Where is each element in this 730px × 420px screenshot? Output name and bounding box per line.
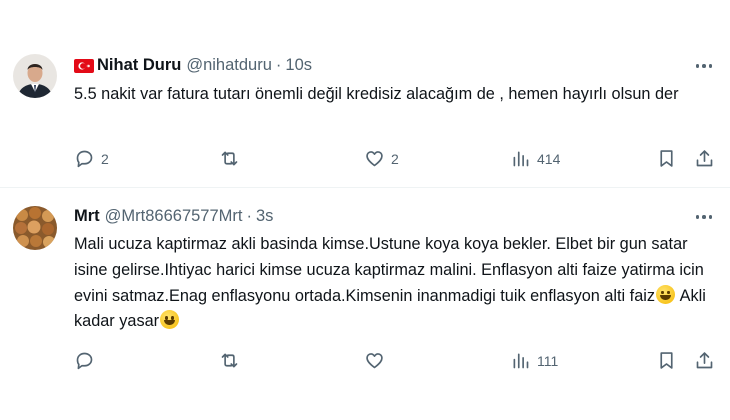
reply-icon bbox=[76, 150, 93, 168]
heart-icon bbox=[366, 151, 383, 167]
view-count: 111 bbox=[537, 352, 559, 369]
share-icon bbox=[696, 352, 713, 369]
separator-dot: · bbox=[246, 207, 252, 225]
like-button[interactable]: 2 bbox=[364, 148, 399, 169]
retweet-icon bbox=[221, 151, 238, 166]
reply-count: 2 bbox=[101, 150, 109, 167]
bookmark-button[interactable] bbox=[656, 350, 677, 371]
bookmark-button[interactable] bbox=[656, 148, 677, 169]
action-bar: 111 bbox=[74, 350, 714, 374]
view-count: 414 bbox=[537, 150, 561, 167]
reply-button[interactable] bbox=[74, 350, 101, 371]
display-name[interactable]: Mrt bbox=[74, 207, 100, 226]
tweet-header: Mrt @Mrt86667577Mrt · 3s bbox=[74, 207, 273, 226]
tweet-header: Nihat Duru @nihatduru · 10s bbox=[74, 56, 312, 75]
retweet-icon bbox=[221, 353, 238, 368]
retweet-button[interactable] bbox=[219, 148, 246, 169]
analytics-icon bbox=[513, 353, 529, 369]
timestamp[interactable]: 10s bbox=[285, 56, 312, 75]
tweet-text: 5.5 nakit var fatura tutarı önemli değil… bbox=[74, 85, 679, 103]
reply-button[interactable]: 2 bbox=[74, 148, 109, 169]
separator-dot: · bbox=[275, 56, 282, 74]
views-button[interactable]: 414 bbox=[510, 148, 560, 169]
action-bar: 2 2 414 bbox=[74, 148, 714, 172]
reply-icon bbox=[76, 352, 93, 370]
views-button[interactable]: 111 bbox=[510, 350, 558, 371]
bookmark-icon bbox=[660, 352, 673, 369]
user-handle[interactable]: @nihatduru bbox=[186, 56, 272, 75]
avatar[interactable] bbox=[13, 206, 57, 250]
share-icon bbox=[696, 150, 713, 167]
bookmark-icon bbox=[660, 150, 673, 167]
like-count: 2 bbox=[391, 150, 399, 167]
tweet-1[interactable]: Nihat Duru @nihatduru · 10s 5.5 nakit va… bbox=[0, 0, 730, 187]
timestamp[interactable]: 3s bbox=[256, 207, 273, 226]
more-options-icon[interactable] bbox=[695, 215, 712, 219]
retweet-button[interactable] bbox=[219, 350, 246, 371]
user-avatar-icon bbox=[13, 54, 57, 98]
more-options-icon[interactable] bbox=[695, 64, 712, 68]
user-handle[interactable]: @Mrt86667577Mrt bbox=[105, 207, 243, 226]
heart-icon bbox=[366, 353, 383, 369]
share-button[interactable] bbox=[694, 350, 715, 371]
share-button[interactable] bbox=[694, 148, 715, 169]
tweet-text-part-1: Mali ucuza kaptirmaz akli basinda kimse.… bbox=[74, 235, 704, 305]
turkey-flag-icon bbox=[74, 58, 94, 73]
tweet-text: Mali ucuza kaptirmaz akli basinda kimse.… bbox=[74, 232, 716, 335]
user-avatar-icon bbox=[13, 206, 57, 250]
avatar[interactable] bbox=[13, 54, 57, 98]
like-button[interactable] bbox=[364, 350, 391, 371]
display-name[interactable]: Nihat Duru bbox=[97, 56, 181, 75]
grinning-face-emoji-icon bbox=[160, 310, 180, 330]
tweet-2[interactable]: Mrt @Mrt86667577Mrt · 3s Mali ucuza kapt… bbox=[0, 188, 730, 420]
grinning-face-emoji-icon bbox=[656, 284, 676, 304]
analytics-icon bbox=[513, 151, 529, 167]
